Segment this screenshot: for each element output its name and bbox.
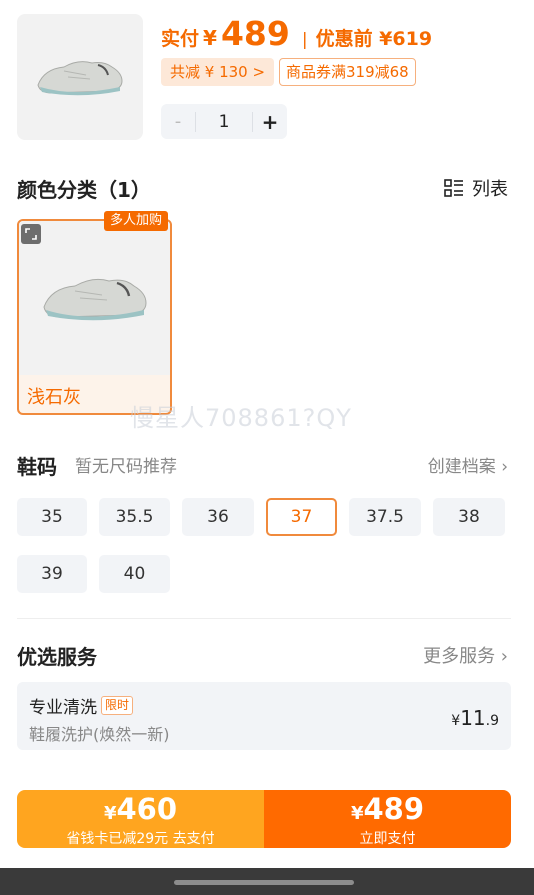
pay-now-button[interactable]: ¥489 立即支付	[264, 790, 511, 848]
service-card-cleaning[interactable]: 专业清洗 限时 鞋履洗护(焕然一新) ¥11.9	[17, 682, 511, 750]
service-price-decimal: .9	[485, 713, 499, 729]
create-profile-link[interactable]: 创建档案 ›	[428, 452, 508, 477]
service-price-int: 11	[460, 706, 486, 730]
more-services-link[interactable]: 更多服务 ›	[423, 642, 508, 668]
expand-icon[interactable]	[21, 224, 41, 244]
price-separator: |	[301, 30, 308, 50]
price-row: 实付 ¥ 489 | 优惠前 ¥619	[161, 14, 432, 54]
service-name-row: 专业清洗 限时	[29, 693, 134, 718]
size-recommendation-hint: 暂无尺码推荐	[75, 457, 177, 477]
size-option-37-5[interactable]: 37.5	[349, 498, 421, 536]
size-section-title: 鞋码	[17, 455, 57, 479]
coupon-tag: 商品券满319减68	[279, 58, 416, 86]
pay-now-value: 489	[363, 792, 425, 826]
size-option-35-5[interactable]: 35.5	[99, 498, 170, 536]
service-section-title: 优选服务	[17, 645, 97, 669]
pay-now-label: 立即支付	[359, 831, 416, 847]
limited-time-badge: 限时	[101, 696, 134, 715]
color-option-name: 浅石灰	[27, 387, 81, 408]
shoe-image	[42, 278, 147, 321]
decrement-button[interactable]: -	[161, 111, 195, 132]
product-thumbnail[interactable]	[17, 14, 143, 140]
shoe-image	[37, 61, 123, 96]
list-view-label: 列表	[472, 179, 508, 200]
color-section-title: 颜色分类（1）	[17, 178, 151, 202]
popular-badge: 多人加购	[104, 211, 169, 231]
service-price: ¥11.9	[451, 706, 499, 730]
savings-pay-amount: ¥460	[17, 793, 264, 830]
service-price-currency: ¥	[451, 713, 461, 729]
price-label: 实付	[161, 28, 200, 50]
savings-pay-currency: ¥	[103, 803, 117, 824]
list-view-toggle[interactable]: 列表	[444, 175, 508, 201]
size-option-35[interactable]: 35	[17, 498, 87, 536]
section-divider	[17, 618, 511, 619]
size-option-38[interactable]: 38	[433, 498, 505, 536]
increment-button[interactable]: +	[253, 110, 287, 134]
pay-now-currency: ¥	[350, 803, 364, 824]
home-indicator[interactable]	[174, 880, 354, 885]
service-name: 专业清洗	[29, 698, 97, 718]
color-option-card[interactable]: 浅石灰	[17, 219, 172, 415]
size-option-40[interactable]: 40	[99, 555, 170, 593]
pay-now-amount: ¥489	[264, 793, 511, 830]
total-discount-tag[interactable]: 共减 ¥ 130 >	[161, 58, 275, 86]
pre-discount-price: 优惠前 ¥619	[315, 28, 433, 50]
list-grid-icon	[444, 179, 463, 197]
quantity-value[interactable]: 1	[196, 112, 252, 132]
price-value: 489	[220, 14, 290, 53]
price-currency: ¥	[203, 26, 217, 50]
service-description: 鞋履洗护(焕然一新)	[29, 725, 170, 744]
system-navigation-bar	[0, 868, 534, 895]
savings-pay-label: 省钱卡已减29元 去支付	[66, 831, 215, 847]
savings-pay-value: 460	[116, 792, 178, 826]
size-option-37-selected[interactable]: 37	[266, 498, 337, 536]
watermark: 慢星人708861?QY	[130, 404, 352, 432]
quantity-stepper: - 1 +	[161, 104, 287, 139]
size-option-36[interactable]: 36	[182, 498, 254, 536]
size-option-39[interactable]: 39	[17, 555, 87, 593]
color-option-image	[19, 221, 170, 375]
savings-card-pay-button[interactable]: ¥460 省钱卡已减29元 去支付	[17, 790, 264, 848]
